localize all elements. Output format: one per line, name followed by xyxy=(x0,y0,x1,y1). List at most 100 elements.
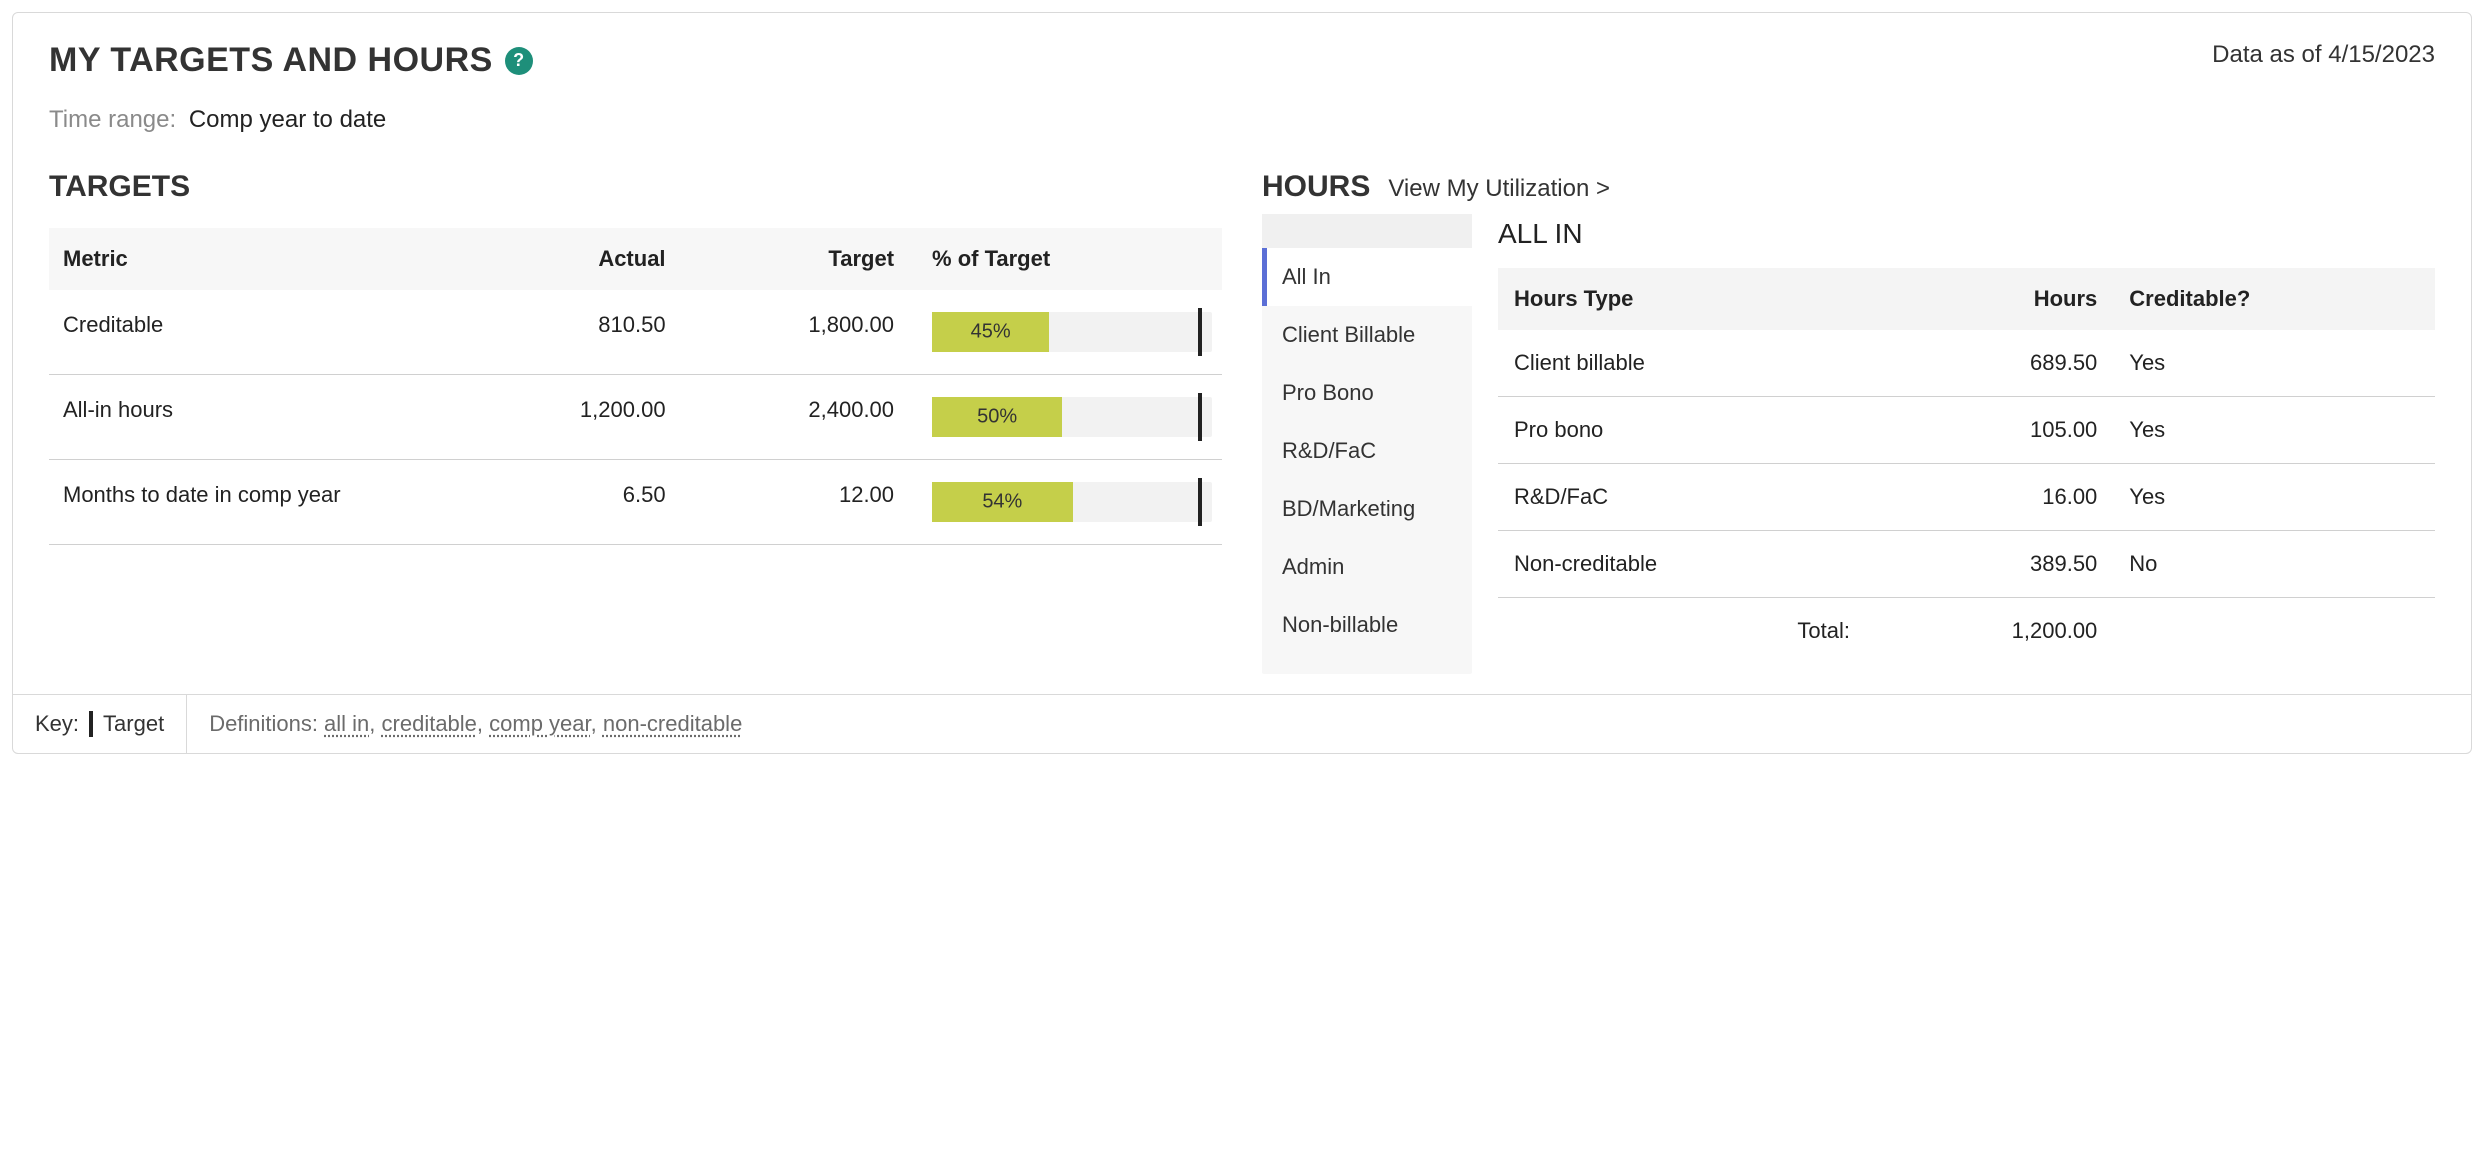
data-as-of-date: 4/15/2023 xyxy=(2328,41,2435,68)
hours-cell: 16.00 xyxy=(1866,464,2113,531)
time-range: Time range: Comp year to date xyxy=(49,106,2435,134)
actual-cell: 6.50 xyxy=(451,460,679,545)
target-cell: 1,800.00 xyxy=(680,290,908,375)
data-as-of: Data as of 4/15/2023 xyxy=(2212,41,2435,69)
hours-title-row: HOURS View My Utilization > xyxy=(1262,170,2435,204)
page-title-text: MY TARGETS AND HOURS xyxy=(49,41,493,80)
creditable-cell: Yes xyxy=(2113,464,2435,531)
creditable-cell: No xyxy=(2113,531,2435,598)
hours-tab[interactable]: Pro Bono xyxy=(1262,364,1472,422)
footer-key: Key: Target xyxy=(13,695,187,753)
hours-type-cell: Non-creditable xyxy=(1498,531,1866,598)
col-hours-type: Hours Type xyxy=(1498,268,1866,330)
hours-tab[interactable]: BD/Marketing xyxy=(1262,480,1472,538)
targets-and-hours-panel: MY TARGETS AND HOURS ? Data as of 4/15/2… xyxy=(12,12,2472,754)
target-cell: 12.00 xyxy=(680,460,908,545)
actual-cell: 1,200.00 xyxy=(451,375,679,460)
separator: , xyxy=(591,711,603,736)
pct-bar: 50% xyxy=(932,397,1212,437)
creditable-cell: Yes xyxy=(2113,330,2435,397)
header-row: MY TARGETS AND HOURS ? Data as of 4/15/2… xyxy=(49,41,2435,80)
hours-header-row: Hours Type Hours Creditable? xyxy=(1498,268,2435,330)
definition-link[interactable]: creditable xyxy=(382,711,477,736)
actual-cell: 810.50 xyxy=(451,290,679,375)
hours-type-cell: Client billable xyxy=(1498,330,1866,397)
target-mark-icon xyxy=(1198,478,1202,526)
metric-cell: All-in hours xyxy=(49,375,451,460)
targets-table: Metric Actual Target % of Target Credita… xyxy=(49,228,1222,545)
col-hours: Hours xyxy=(1866,268,2113,330)
pct-label: 54% xyxy=(982,491,1022,514)
col-target: Target xyxy=(680,228,908,290)
hours-tab[interactable]: Admin xyxy=(1262,538,1472,596)
target-cell: 2,400.00 xyxy=(680,375,908,460)
hours-tab[interactable]: Client Billable xyxy=(1262,306,1472,364)
definition-link[interactable]: comp year xyxy=(489,711,591,736)
pct-label: 50% xyxy=(977,406,1017,429)
definition-link[interactable]: non-creditable xyxy=(603,711,742,736)
hours-section: HOURS View My Utilization > All InClient… xyxy=(1262,170,2435,674)
hours-total-label: Total: xyxy=(1498,598,1866,665)
hours-total-value: 1,200.00 xyxy=(1866,598,2113,665)
panel-footer: Key: Target Definitions: all in, credita… xyxy=(13,694,2471,753)
page-title: MY TARGETS AND HOURS ? xyxy=(49,41,533,80)
hours-body: All InClient BillablePro BonoR&D/FaCBD/M… xyxy=(1262,214,2435,674)
col-creditable: Creditable? xyxy=(2113,268,2435,330)
col-metric: Metric xyxy=(49,228,451,290)
separator: , xyxy=(369,711,381,736)
hours-total-empty xyxy=(2113,598,2435,665)
table-row: Non-creditable389.50No xyxy=(1498,531,2435,598)
hours-table: Hours Type Hours Creditable? Client bill… xyxy=(1498,268,2435,664)
hours-tab[interactable]: R&D/FaC xyxy=(1262,422,1472,480)
hours-title: HOURS xyxy=(1262,170,1370,204)
hours-cell: 105.00 xyxy=(1866,397,2113,464)
hours-cell: 389.50 xyxy=(1866,531,2113,598)
hours-detail: ALL IN Hours Type Hours Creditable? Clie… xyxy=(1498,214,2435,674)
hours-tabs: All InClient BillablePro BonoR&D/FaCBD/M… xyxy=(1262,214,1472,674)
pct-cell: 45% xyxy=(908,290,1222,375)
pct-cell: 54% xyxy=(908,460,1222,545)
hours-total-row: Total: 1,200.00 xyxy=(1498,598,2435,665)
metric-cell: Months to date in comp year xyxy=(49,460,451,545)
col-actual: Actual xyxy=(451,228,679,290)
pct-bar: 45% xyxy=(932,312,1212,352)
creditable-cell: Yes xyxy=(2113,397,2435,464)
content-columns: TARGETS Metric Actual Target % of Target… xyxy=(49,170,2435,674)
key-label: Key: xyxy=(35,711,79,737)
hours-tab[interactable]: All In xyxy=(1262,248,1472,306)
target-mark-icon xyxy=(1198,393,1202,441)
footer-definitions: Definitions: all in, creditable, comp ye… xyxy=(187,695,764,753)
targets-title: TARGETS xyxy=(49,170,1222,204)
hours-type-cell: Pro bono xyxy=(1498,397,1866,464)
view-utilization-text: View My Utilization xyxy=(1388,175,1589,202)
hours-detail-title: ALL IN xyxy=(1498,218,2435,250)
time-range-value: Comp year to date xyxy=(189,106,386,133)
table-row: Client billable689.50Yes xyxy=(1498,330,2435,397)
table-row: R&D/FaC16.00Yes xyxy=(1498,464,2435,531)
separator: , xyxy=(477,711,489,736)
hours-tab[interactable]: Non-billable xyxy=(1262,596,1472,654)
panel-body: MY TARGETS AND HOURS ? Data as of 4/15/2… xyxy=(13,13,2471,694)
definition-link[interactable]: all in xyxy=(324,711,369,736)
time-range-label: Time range: xyxy=(49,106,176,133)
definitions-label: Definitions: xyxy=(209,711,318,737)
table-row: Creditable810.501,800.00 45% xyxy=(49,290,1222,375)
col-pct: % of Target xyxy=(908,228,1222,290)
target-mark-icon xyxy=(1198,308,1202,356)
table-row: Pro bono105.00Yes xyxy=(1498,397,2435,464)
hours-cell: 689.50 xyxy=(1866,330,2113,397)
pct-cell: 50% xyxy=(908,375,1222,460)
key-target-label: Target xyxy=(103,711,164,737)
pct-bar: 54% xyxy=(932,482,1212,522)
table-row: Months to date in comp year6.5012.00 54% xyxy=(49,460,1222,545)
targets-section: TARGETS Metric Actual Target % of Target… xyxy=(49,170,1222,674)
metric-cell: Creditable xyxy=(49,290,451,375)
table-row: All-in hours1,200.002,400.00 50% xyxy=(49,375,1222,460)
targets-header-row: Metric Actual Target % of Target xyxy=(49,228,1222,290)
view-utilization-link[interactable]: View My Utilization > xyxy=(1388,175,1610,203)
chevron-right-icon: > xyxy=(1596,175,1610,202)
data-as-of-prefix: Data as of xyxy=(2212,41,2328,68)
target-mark-icon xyxy=(89,711,93,737)
help-icon[interactable]: ? xyxy=(505,47,533,75)
pct-label: 45% xyxy=(971,321,1011,344)
